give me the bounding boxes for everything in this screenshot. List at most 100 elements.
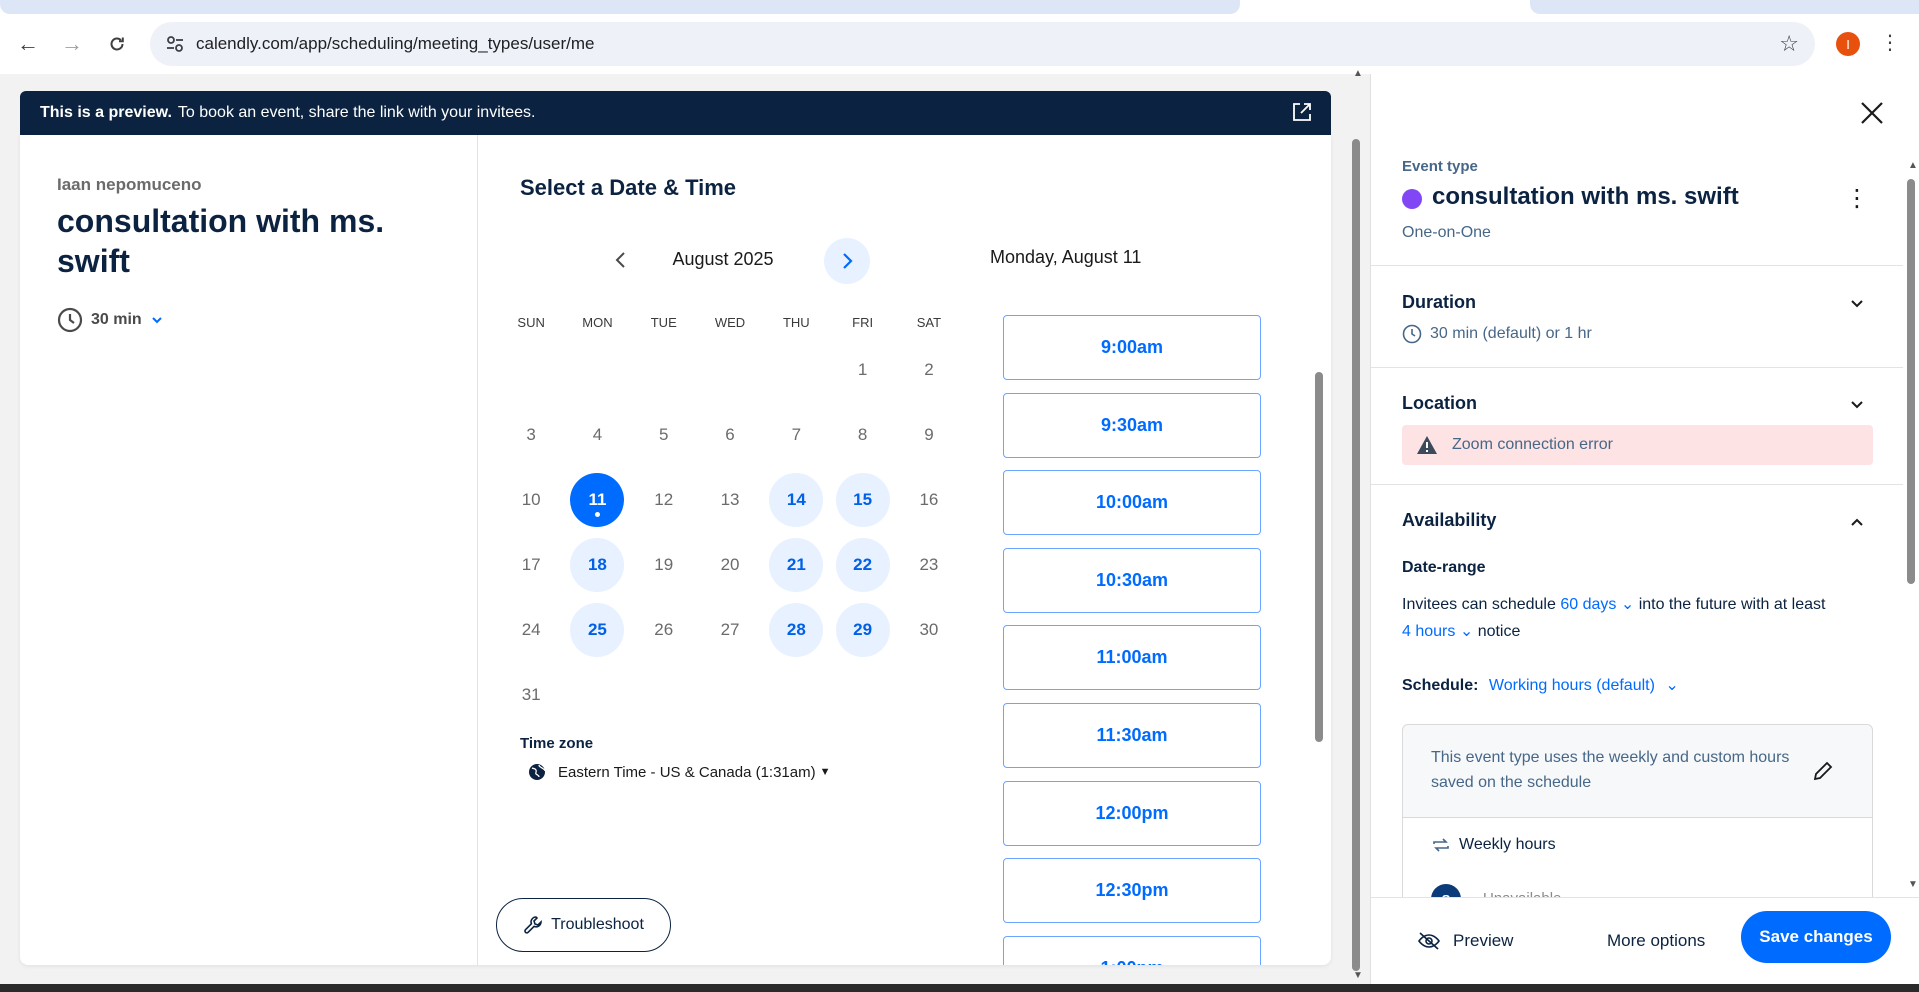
date-range-days-dropdown[interactable]: 60 days: [1560, 596, 1616, 613]
chevron-down-icon[interactable]: ⌄: [1460, 623, 1473, 640]
next-month-button[interactable]: [824, 238, 870, 284]
calendar-day-number: 11: [570, 472, 625, 527]
calendar-day-number: 9: [924, 424, 934, 444]
calendar-day: 9: [896, 402, 962, 467]
address-bar[interactable]: calendly.com/app/scheduling/meeting_type…: [150, 22, 1815, 66]
time-slot-button[interactable]: 12:00pm: [1003, 780, 1261, 846]
url-text[interactable]: calendly.com/app/scheduling/meeting_type…: [196, 34, 594, 54]
owner-name: Iaan nepomuceno: [57, 175, 202, 194]
calendar-day[interactable]: 22: [829, 532, 895, 597]
back-icon[interactable]: ←: [12, 28, 44, 60]
calendar-day[interactable]: 25: [564, 597, 630, 662]
duration-summary-text: 30 min (default) or 1 hr: [1430, 325, 1592, 342]
browser-tab-active[interactable]: [0, 0, 1240, 14]
browser-tabstrip: [0, 0, 1919, 14]
chevron-down-icon[interactable]: [1849, 296, 1865, 312]
time-slot-button[interactable]: 11:00am: [1003, 625, 1261, 691]
calendar-day-number: 1: [857, 359, 868, 379]
time-slot-button[interactable]: 9:00am: [1003, 315, 1261, 380]
calendar-day-number: 12: [654, 489, 674, 509]
calendar-day[interactable]: 29: [829, 597, 895, 662]
profile-avatar[interactable]: I: [1836, 32, 1860, 56]
browser-tab[interactable]: [1530, 0, 1919, 14]
duration-label: 30 min: [91, 311, 142, 328]
chevron-down-icon[interactable]: [1849, 397, 1865, 413]
calendar-day[interactable]: 28: [763, 597, 829, 662]
wrench-icon: [524, 916, 542, 934]
preview-button[interactable]: Preview: [1417, 920, 1513, 962]
duration-selector[interactable]: 30 min: [57, 307, 164, 333]
calendar-day[interactable]: 14: [763, 467, 829, 532]
time-slot-button[interactable]: 1:00pm: [1003, 935, 1261, 965]
calendar-day-number: 18: [570, 537, 625, 592]
scroll-up-arrow-icon[interactable]: ▲: [1908, 160, 1918, 171]
calendar-day: 13: [697, 467, 763, 532]
event-type-label: Event type: [1402, 158, 1478, 175]
time-slot-button[interactable]: 11:30am: [1003, 702, 1261, 768]
calendar-day[interactable]: 18: [564, 532, 630, 597]
troubleshoot-label: Troubleshoot: [551, 916, 644, 933]
more-options-button[interactable]: More options: [1607, 920, 1705, 962]
page-content: This is a preview. To book an event, sha…: [0, 68, 1919, 984]
time-slot-button[interactable]: 9:30am: [1003, 392, 1261, 458]
calendar-empty-cell: [763, 337, 829, 402]
calendar-day: 6: [697, 402, 763, 467]
scroll-down-arrow-icon[interactable]: ▼: [1908, 879, 1918, 890]
weekday-label: TUE: [650, 315, 677, 330]
open-external-icon[interactable]: [1291, 101, 1313, 123]
divider: [1371, 367, 1903, 368]
calendar-day[interactable]: 21: [763, 532, 829, 597]
location-section-title[interactable]: Location: [1402, 393, 1477, 414]
save-changes-button[interactable]: Save changes: [1741, 911, 1891, 963]
calendar-grid: 1 2 3 4 5 6 7 8 9 10 11 12 13 14 15 16 17 18 19 20 21 22 23 24 2…: [498, 337, 962, 727]
eye-off-icon: [1418, 932, 1440, 950]
site-settings-icon[interactable]: [164, 33, 186, 55]
event-color-dot: [1402, 189, 1422, 209]
close-icon[interactable]: [1857, 98, 1887, 128]
calendar-day-number: 29: [835, 602, 890, 657]
preview-scrollbar[interactable]: [1352, 139, 1360, 971]
scroll-down-arrow-icon[interactable]: ▼: [1353, 970, 1363, 981]
weekly-hours-label: Weekly hours: [1459, 836, 1556, 853]
time-slot-button[interactable]: 10:00am: [1003, 470, 1261, 536]
calendar-day: 16: [896, 467, 962, 532]
schedule-dropdown[interactable]: Working hours (default): [1489, 677, 1655, 694]
time-slot-button[interactable]: 12:30pm: [1003, 858, 1261, 924]
panel-scrollbar[interactable]: [1907, 179, 1915, 584]
location-error-alert[interactable]: Zoom connection error: [1402, 425, 1873, 465]
previous-month-button[interactable]: [603, 242, 639, 278]
more-actions-icon[interactable]: ⋮: [1845, 184, 1869, 213]
clock-icon: [57, 307, 83, 333]
scroll-up-arrow-icon[interactable]: ▲: [1353, 68, 1363, 79]
weekday-label: FRI: [852, 315, 874, 330]
calendar-day: 27: [697, 597, 763, 662]
availability-section-title[interactable]: Availability: [1402, 510, 1496, 531]
chevron-down-icon[interactable]: ⌄: [1621, 596, 1634, 613]
calendar-day[interactable]: 15: [829, 467, 895, 532]
notice-hours-dropdown[interactable]: 4 hours: [1402, 623, 1455, 640]
banner-text: To book an event, share the link with yo…: [177, 104, 536, 121]
slots-scrollbar[interactable]: [1315, 372, 1323, 742]
weekday-label: THU: [782, 315, 810, 330]
calendar-day: 17: [498, 532, 564, 597]
duration-section-title[interactable]: Duration: [1402, 292, 1476, 313]
location-error-text: Zoom connection error: [1452, 436, 1613, 453]
browser-menu-icon[interactable]: ⋮: [1880, 30, 1900, 55]
calendar-day-number: 24: [521, 619, 541, 639]
forward-icon[interactable]: →: [56, 28, 88, 60]
clock-icon: [1402, 324, 1422, 344]
calendar-empty-cell: [697, 337, 763, 402]
chevron-down-icon[interactable]: ⌄: [1665, 677, 1678, 694]
bookmark-star-icon[interactable]: ☆: [1779, 31, 1799, 57]
calendar-day: 23: [896, 532, 962, 597]
timezone-value: Eastern Time - US & Canada (1:31am): [558, 763, 816, 781]
booking-card: Iaan nepomuceno consultation with ms. sw…: [20, 135, 1331, 965]
timezone-selector[interactable]: Eastern Time - US & Canada (1:31am) ▼: [528, 763, 831, 781]
reload-icon[interactable]: [101, 28, 133, 60]
chevron-up-icon[interactable]: [1849, 514, 1865, 530]
pencil-icon[interactable]: [1811, 759, 1835, 783]
troubleshoot-button[interactable]: Troubleshoot: [496, 898, 671, 952]
preview-banner: This is a preview. To book an event, sha…: [20, 91, 1331, 135]
calendar-day[interactable]: 11: [564, 467, 630, 532]
time-slot-button[interactable]: 10:30am: [1003, 547, 1261, 613]
